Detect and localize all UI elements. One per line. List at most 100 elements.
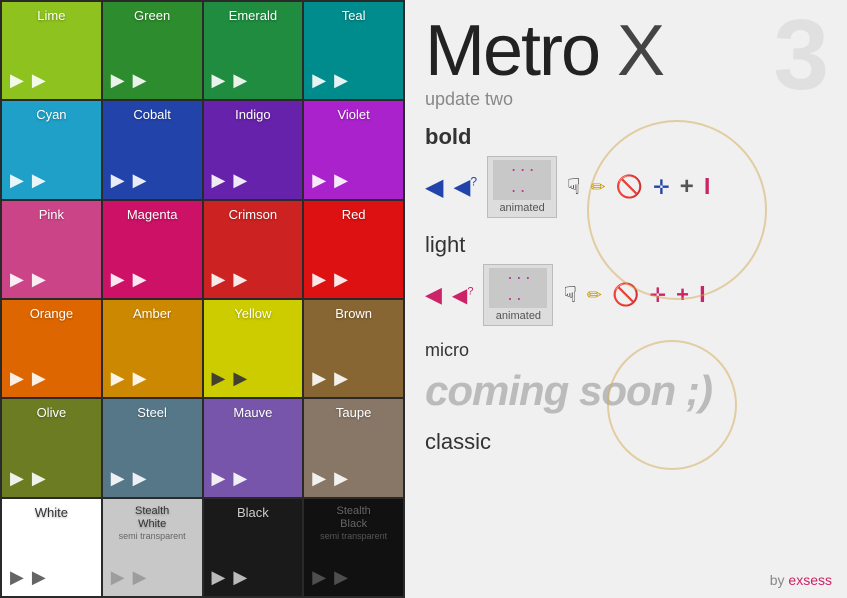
tile-white[interactable]: White ▶ ▶ — [2, 499, 101, 596]
tile-cursors: ▶ ▶ — [212, 270, 248, 292]
light-pen-cursor[interactable]: ✏ — [587, 285, 602, 306]
tile-cursors: ▶ ▶ — [312, 469, 348, 491]
tile-crimson[interactable]: Crimson ▶ ▶ — [204, 201, 303, 298]
cursor-alt: ▶ — [133, 171, 147, 189]
tile-label: Amber — [111, 306, 194, 322]
tile-label: Violet — [312, 107, 395, 123]
light-help-cursor[interactable]: ◀? — [452, 283, 474, 308]
cursor-alt: ▶ — [233, 71, 247, 89]
tile-green[interactable]: Green ▶ ▶ — [103, 2, 202, 99]
cursor-alt: ▶ — [133, 369, 147, 387]
bold-move-cursor[interactable]: ✛ — [653, 175, 670, 200]
tile-cursors: ▶ ▶ — [312, 270, 348, 292]
tile-label: Cyan — [10, 107, 93, 123]
cursor-alt: ▶ — [334, 171, 348, 189]
tile-emerald[interactable]: Emerald ▶ ▶ — [204, 2, 303, 99]
author-name: sess — [803, 572, 832, 588]
light-ibeam-cursor[interactable]: 𝐈 — [699, 282, 706, 308]
tile-indigo[interactable]: Indigo ▶ ▶ — [204, 101, 303, 198]
tile-brown[interactable]: Brown ▶ ▶ — [304, 300, 403, 397]
tile-label: Mauve — [212, 405, 295, 421]
tile-black[interactable]: Black ▶ ▶ — [204, 499, 303, 596]
tile-stealth-white[interactable]: StealthWhite semi transparent ▶ ▶ — [103, 499, 202, 596]
cursor-alt: ▶ — [32, 568, 46, 586]
cursor-normal: ▶ — [111, 369, 125, 387]
tile-cursors: ▶ ▶ — [212, 71, 248, 93]
tile-cursors: ▶ ▶ — [212, 568, 248, 590]
tile-cursors: ▶ ▶ — [212, 171, 248, 193]
tile-steel[interactable]: Steel ▶ ▶ — [103, 399, 202, 496]
cursor-normal: ▶ — [212, 270, 226, 288]
tile-cursors: ▶ ▶ — [111, 71, 147, 93]
light-section-label: light — [425, 232, 827, 258]
tile-cursors: ▶ ▶ — [10, 171, 46, 193]
cursor-alt: ▶ — [233, 270, 247, 288]
bold-no-cursor[interactable]: 🚫 — [616, 174, 643, 200]
tile-label: Yellow — [212, 306, 295, 322]
tile-label: Brown — [312, 306, 395, 322]
title-area: Metro X 3 update two — [425, 15, 827, 110]
bold-hand-cursor[interactable]: ☟ — [567, 174, 580, 200]
app-title: Metro X 3 — [425, 15, 827, 87]
light-animated-cursor[interactable]: · · ·· · animated — [483, 264, 553, 326]
tile-cursors: ▶ ▶ — [312, 369, 348, 391]
tile-yellow[interactable]: Yellow ▶ ▶ — [204, 300, 303, 397]
dot-cluster-light: · · ·· · — [507, 268, 530, 308]
cursor-normal: ▶ — [312, 171, 326, 189]
tile-cursors: ▶ ▶ — [111, 469, 147, 491]
color-palette: Lime ▶ ▶ Green ▶ ▶ Emerald ▶ ▶ Teal ▶ ▶ … — [0, 0, 405, 598]
cursor-normal: ▶ — [111, 270, 125, 288]
tile-cyan[interactable]: Cyan ▶ ▶ — [2, 101, 101, 198]
cursor-alt: ▶ — [334, 71, 348, 89]
tile-orange[interactable]: Orange ▶ ▶ — [2, 300, 101, 397]
tile-cursors: ▶ ▶ — [10, 71, 46, 93]
cursor-normal: ▶ — [312, 270, 326, 288]
cursor-normal: ▶ — [10, 369, 24, 387]
tile-label: Olive — [10, 405, 93, 421]
tile-violet[interactable]: Violet ▶ ▶ — [304, 101, 403, 198]
light-move-cursor[interactable]: ✛ — [649, 283, 666, 308]
cursor-normal: ▶ — [312, 568, 326, 586]
tile-red[interactable]: Red ▶ ▶ — [304, 201, 403, 298]
tile-label: Emerald — [212, 8, 295, 24]
tile-taupe[interactable]: Taupe ▶ ▶ — [304, 399, 403, 496]
tile-pink[interactable]: Pink ▶ ▶ — [2, 201, 101, 298]
bold-help-cursor[interactable]: ◀? — [453, 174, 477, 200]
cursor-alt: ▶ — [334, 469, 348, 487]
tile-label: Green — [111, 8, 194, 24]
cursor-normal: ▶ — [212, 568, 226, 586]
tile-teal[interactable]: Teal ▶ ▶ — [304, 2, 403, 99]
tile-magenta[interactable]: Magenta ▶ ▶ — [103, 201, 202, 298]
tile-stealth-black[interactable]: StealthBlack semi transparent ▶ ▶ — [304, 499, 403, 596]
bold-plus-cursor[interactable]: + — [680, 173, 694, 201]
bold-pen-cursor[interactable]: ✏ — [590, 177, 605, 198]
bold-ibeam-cursor[interactable]: 𝐈 — [704, 174, 711, 200]
light-normal-cursor[interactable]: ◀ — [425, 282, 442, 308]
tile-mauve[interactable]: Mauve ▶ ▶ — [204, 399, 303, 496]
cursor-normal: ▶ — [10, 469, 24, 487]
cursor-normal: ▶ — [312, 369, 326, 387]
light-no-cursor[interactable]: 🚫 — [612, 282, 639, 308]
cursor-alt: ▶ — [133, 71, 147, 89]
tile-lime[interactable]: Lime ▶ ▶ — [2, 2, 101, 99]
light-plus-cursor[interactable]: + — [676, 282, 689, 308]
tile-amber[interactable]: Amber ▶ ▶ — [103, 300, 202, 397]
tile-cobalt[interactable]: Cobalt ▶ ▶ — [103, 101, 202, 198]
bold-animated-cursor[interactable]: · · ·· · animated — [487, 156, 557, 218]
tile-olive[interactable]: Olive ▶ ▶ — [2, 399, 101, 496]
light-cursor-row: ◀ ◀? · · ·· · animated ☟ ✏ 🚫 ✛ + 𝐈 — [425, 264, 827, 326]
light-hand-cursor[interactable]: ☟ — [563, 282, 576, 308]
tile-cursors: ▶ ▶ — [111, 171, 147, 193]
cursor-normal: ▶ — [212, 369, 226, 387]
bold-cursor-row: ◀ ◀? · · ·· · animated ☟ ✏ 🚫 ✛ + 𝐈 — [425, 156, 827, 218]
bold-normal-cursor[interactable]: ◀ — [425, 173, 443, 202]
animated-label-light: animated — [496, 310, 541, 322]
cursor-alt: ▶ — [32, 171, 46, 189]
bold-section-label: bold — [425, 124, 827, 150]
cursor-alt: ▶ — [32, 369, 46, 387]
cursor-normal: ▶ — [212, 469, 226, 487]
cursor-normal: ▶ — [111, 568, 125, 586]
tile-label: Cobalt — [111, 107, 194, 123]
section-light: light ◀ ◀? · · ·· · animated ☟ ✏ 🚫 ✛ + 𝐈 — [425, 232, 827, 326]
title-x: X — [617, 11, 663, 91]
